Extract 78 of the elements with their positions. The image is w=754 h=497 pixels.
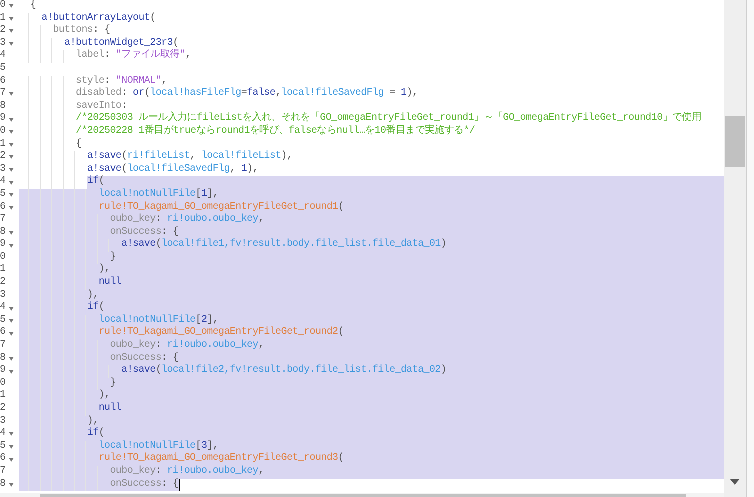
line-number: 4 [0,302,7,315]
code-line[interactable]: a!buttonArrayLayout( [19,12,156,26]
line-number: 2 [0,151,7,164]
fold-arrow-icon[interactable] [9,193,14,198]
fold-arrow-icon[interactable] [9,155,14,160]
fold-arrow-icon[interactable] [9,230,14,235]
line-number: 6 [0,453,7,466]
fold-arrow-icon[interactable] [9,130,14,134]
line-number: 0 [0,252,7,264]
fold-arrow-icon[interactable] [9,332,14,336]
line-number: 1 [0,12,7,25]
line-number: 7 [0,214,7,227]
line-number: 3 [0,416,7,428]
fold-arrow-icon[interactable] [9,42,14,46]
fold-arrow-icon[interactable] [9,458,14,462]
fold-arrow-icon[interactable] [9,4,14,8]
line-number: 7 [0,466,7,479]
line-number: 5 [0,314,7,327]
fold-arrow-icon[interactable] [9,482,14,487]
code-line[interactable]: { [19,0,36,13]
fold-arrow-icon[interactable] [9,29,14,34]
fold-arrow-icon[interactable] [9,244,14,248]
fold-arrow-icon[interactable] [9,206,14,210]
line-number: 2 [0,403,7,416]
fold-arrow-icon[interactable] [9,370,14,374]
fold-arrow-icon[interactable] [9,118,14,122]
line-number: 6 [0,327,7,340]
fold-arrow-icon[interactable] [9,432,14,436]
code-line[interactable]: { [19,138,82,152]
vertical-scrollbar[interactable] [724,0,746,497]
fold-arrow-icon[interactable] [9,180,14,185]
line-number: 7 [0,340,7,353]
line-number: 2 [0,277,7,290]
line-number: 7 [0,88,7,101]
code-line[interactable]: label: "ファイル取得", [19,50,192,63]
fold-arrow-icon[interactable] [9,306,14,311]
line-number: 4 [0,50,7,63]
line-number: 3 [0,290,7,302]
line-number: 1 [0,138,7,151]
fold-arrow-icon[interactable] [9,142,14,147]
line-number: 6 [0,76,7,88]
code-line[interactable]: style: "NORMAL", [19,76,168,88]
code-line[interactable]: a!save(local!fileSavedFlg, 1), [19,164,258,176]
code-line[interactable]: a!buttonWidget_23r3( [19,38,179,50]
line-number: 3 [0,38,7,50]
fold-arrow-icon[interactable] [9,356,14,361]
line-number: 1 [0,264,7,277]
fold-arrow-icon[interactable] [9,16,14,21]
line-number: 8 [0,100,7,113]
scrollbar-thumb[interactable] [725,116,745,167]
fold-arrow-icon[interactable] [9,92,14,96]
line-number: 5 [0,62,7,76]
line-number: 0 [0,378,7,390]
line-number: 3 [0,164,7,176]
line-number: 9 [0,113,7,126]
line-number: 9 [0,239,7,252]
line-number: 8 [0,478,7,492]
fold-arrow-icon[interactable] [9,319,14,324]
line-number: 0 [0,0,7,13]
code-line[interactable]: disabled: or(local!hasFileFlg=false,local!fileSavedFlg = 1), [19,88,418,101]
code-line[interactable]: buttons: { [19,25,110,38]
code-line[interactable]: a!save(ri!fileList, local!fileList), [19,151,293,164]
line-number: 0 [0,126,7,139]
line-number: 4 [0,176,7,189]
line-number: 5 [0,188,7,202]
horizontal-scrollbar[interactable] [0,493,724,497]
line-number: 5 [0,440,7,453]
line-number: 6 [0,202,7,214]
code-line[interactable]: saveInto: [19,100,128,114]
line-number: 2 [0,25,7,38]
line-number: 4 [0,428,7,441]
fold-arrow-icon[interactable] [9,168,14,172]
line-number: 9 [0,365,7,378]
scroll-down-icon[interactable] [730,479,740,485]
line-number: 8 [0,226,7,239]
line-number: 1 [0,390,7,403]
fold-arrow-icon[interactable] [9,445,14,450]
line-number: 8 [0,352,7,365]
